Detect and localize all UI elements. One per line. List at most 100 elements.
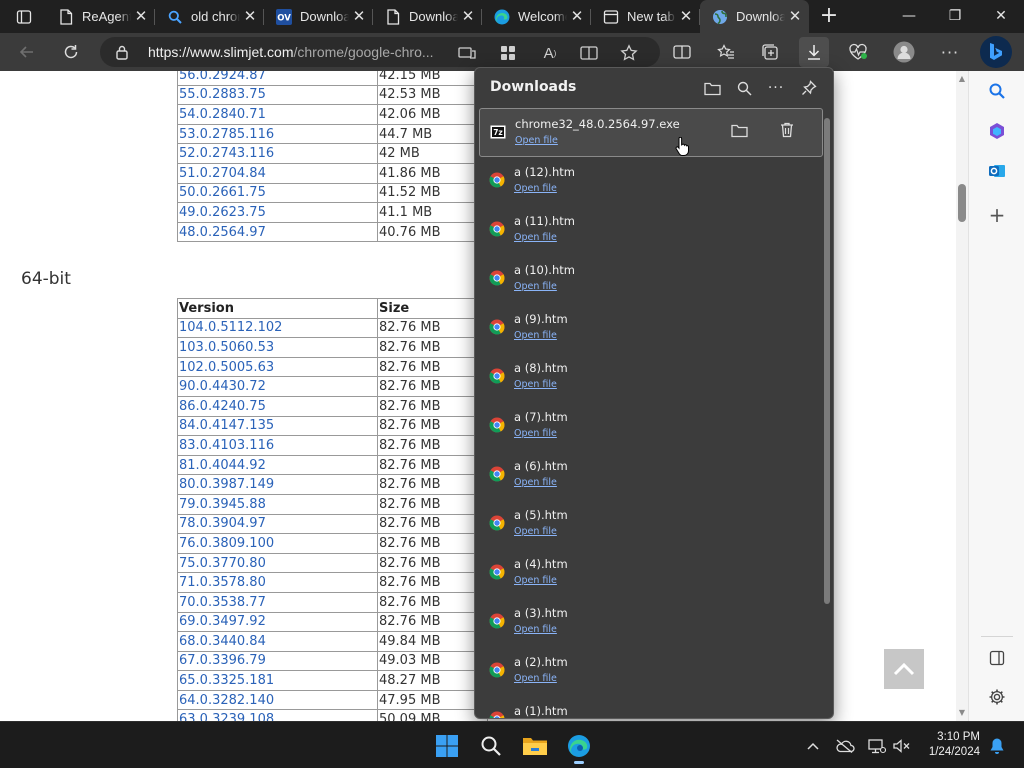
version-link[interactable]: 54.0.2840.71 — [179, 107, 266, 122]
open-file-link[interactable]: Open file — [514, 428, 557, 439]
scroll-to-top-button[interactable] — [884, 649, 924, 689]
download-item[interactable]: a (2).htm Open file — [479, 647, 823, 696]
tab-5[interactable]: New tab ✕ — [591, 0, 700, 33]
version-link[interactable]: 63.0.3239.108 — [179, 712, 274, 721]
version-link[interactable]: 71.0.3578.80 — [179, 575, 266, 590]
close-window-button[interactable]: ✕ — [978, 0, 1024, 33]
download-item[interactable]: a (4).htm Open file — [479, 549, 823, 598]
scroll-down-arrow-icon[interactable]: ▼ — [956, 707, 968, 719]
tab-close-icon[interactable]: ✕ — [349, 7, 369, 27]
download-item[interactable]: a (7).htm Open file — [479, 402, 823, 451]
version-link[interactable]: 51.0.2704.84 — [179, 166, 266, 181]
tab-close-icon[interactable]: ✕ — [567, 7, 587, 27]
address-text[interactable]: https://www.slimjet.com/chrome/google-ch… — [148, 44, 448, 60]
version-link[interactable]: 102.0.5005.63 — [179, 360, 274, 375]
lock-icon[interactable] — [115, 44, 129, 60]
downloads-button[interactable] — [799, 37, 829, 67]
download-item[interactable]: a (5).htm Open file — [479, 500, 823, 549]
download-item[interactable]: a (6).htm Open file — [479, 451, 823, 500]
tab-close-icon[interactable]: ✕ — [676, 7, 696, 27]
collections-grid-icon[interactable] — [497, 42, 519, 64]
start-button[interactable] — [429, 728, 465, 764]
open-file-link[interactable]: Open file — [514, 673, 557, 684]
address-bar[interactable]: https://www.slimjet.com/chrome/google-ch… — [100, 37, 660, 67]
version-link[interactable]: 52.0.2743.116 — [179, 146, 274, 161]
tab-close-icon[interactable]: ✕ — [458, 7, 478, 27]
version-link[interactable]: 56.0.2924.87 — [179, 71, 266, 83]
version-link[interactable]: 64.0.3282.140 — [179, 693, 274, 708]
new-tab-button[interactable]: + — [815, 4, 843, 30]
scroll-up-arrow-icon[interactable]: ▲ — [956, 73, 968, 85]
open-file-link[interactable]: Open file — [514, 281, 557, 292]
show-hidden-icons-button[interactable] — [802, 735, 824, 757]
search-downloads-button[interactable] — [733, 77, 755, 99]
refresh-button[interactable] — [56, 37, 86, 67]
open-file-link[interactable]: Open file — [514, 379, 557, 390]
sidebar-search-button[interactable] — [983, 77, 1011, 105]
open-file-link[interactable]: Open file — [514, 575, 557, 586]
version-link[interactable]: 90.0.4430.72 — [179, 379, 266, 394]
sidebar-outlook-button[interactable] — [983, 157, 1011, 185]
open-file-link[interactable]: Open file — [514, 624, 557, 635]
hide-sidebar-button[interactable] — [983, 644, 1011, 672]
taskbar-search-button[interactable] — [473, 728, 509, 764]
network-tray-button[interactable] — [866, 735, 888, 757]
version-link[interactable]: 69.0.3497.92 — [179, 614, 266, 629]
version-link[interactable]: 79.0.3945.88 — [179, 497, 266, 512]
version-link[interactable]: 70.0.3538.77 — [179, 595, 266, 610]
download-item[interactable]: a (8).htm Open file — [479, 353, 823, 402]
immersive-reader-icon[interactable] — [578, 42, 600, 64]
download-item[interactable]: a (12).htm Open file — [479, 157, 823, 206]
volume-tray-button[interactable] — [890, 735, 912, 757]
favorite-star-icon[interactable] — [618, 42, 640, 64]
version-link[interactable]: 53.0.2785.116 — [179, 127, 274, 142]
version-link[interactable]: 104.0.5112.102 — [179, 320, 282, 335]
page-scrollbar[interactable]: ▲ ▼ — [956, 71, 968, 721]
version-link[interactable]: 55.0.2883.75 — [179, 87, 266, 102]
tab-0[interactable]: ReAgent ✕ — [46, 0, 155, 33]
download-item[interactable]: a (1).htm — [479, 696, 823, 718]
tab-actions-menu-button[interactable] — [8, 6, 40, 28]
favorites-button[interactable] — [711, 37, 741, 67]
profile-button[interactable] — [889, 37, 919, 67]
downloads-scrollbar[interactable] — [824, 118, 830, 604]
pin-downloads-button[interactable] — [798, 77, 820, 99]
sidebar-settings-button[interactable] — [983, 683, 1011, 711]
version-link[interactable]: 67.0.3396.79 — [179, 653, 266, 668]
taskbar-clock[interactable]: 3:10 PM 1/24/2024 — [912, 730, 980, 760]
version-link[interactable]: 81.0.4044.92 — [179, 458, 266, 473]
tab-2[interactable]: OV Download✕ — [264, 0, 373, 33]
bing-copilot-button[interactable] — [980, 36, 1012, 68]
edge-taskbar-button[interactable] — [561, 728, 597, 764]
tab-3[interactable]: Download✕ — [373, 0, 482, 33]
download-item[interactable]: a (3).htm Open file — [479, 598, 823, 647]
open-file-link[interactable]: Open file — [514, 526, 557, 537]
tab-close-icon[interactable]: ✕ — [240, 7, 260, 27]
version-link[interactable]: 83.0.4103.116 — [179, 438, 274, 453]
open-file-link[interactable]: Open file — [514, 183, 557, 194]
open-file-link[interactable]: Open file — [514, 232, 557, 243]
back-button[interactable] — [12, 37, 42, 67]
tab-6[interactable]: Download✕ — [700, 0, 809, 33]
version-link[interactable]: 68.0.3440.84 — [179, 634, 266, 649]
sidebar-add-button[interactable]: + — [983, 201, 1011, 229]
browser-essentials-button[interactable] — [843, 37, 873, 67]
tab-1[interactable]: old chrome✕ — [155, 0, 264, 33]
tab-close-icon[interactable]: ✕ — [785, 7, 805, 27]
open-file-link[interactable]: Open file — [514, 477, 557, 488]
file-explorer-button[interactable] — [517, 728, 553, 764]
download-item[interactable]: a (11).htm Open file — [479, 206, 823, 255]
version-link[interactable]: 103.0.5060.53 — [179, 340, 274, 355]
downloads-more-options-button[interactable]: ··· — [765, 77, 787, 99]
onedrive-tray-button[interactable] — [834, 735, 856, 757]
open-file-link[interactable]: Open file — [514, 330, 557, 341]
tab-4[interactable]: Welcome ✕ — [482, 0, 591, 33]
download-item[interactable]: 7z chrome32_48.0.2564.97.exe Open file — [479, 108, 823, 157]
version-link[interactable]: 75.0.3770.80 — [179, 556, 266, 571]
sidebar-copilot-button[interactable] — [983, 117, 1011, 145]
app-available-icon[interactable] — [456, 42, 478, 64]
collections-button[interactable] — [755, 37, 785, 67]
version-link[interactable]: 50.0.2661.75 — [179, 185, 266, 200]
download-item[interactable]: a (10).htm Open file — [479, 255, 823, 304]
version-link[interactable]: 86.0.4240.75 — [179, 399, 266, 414]
